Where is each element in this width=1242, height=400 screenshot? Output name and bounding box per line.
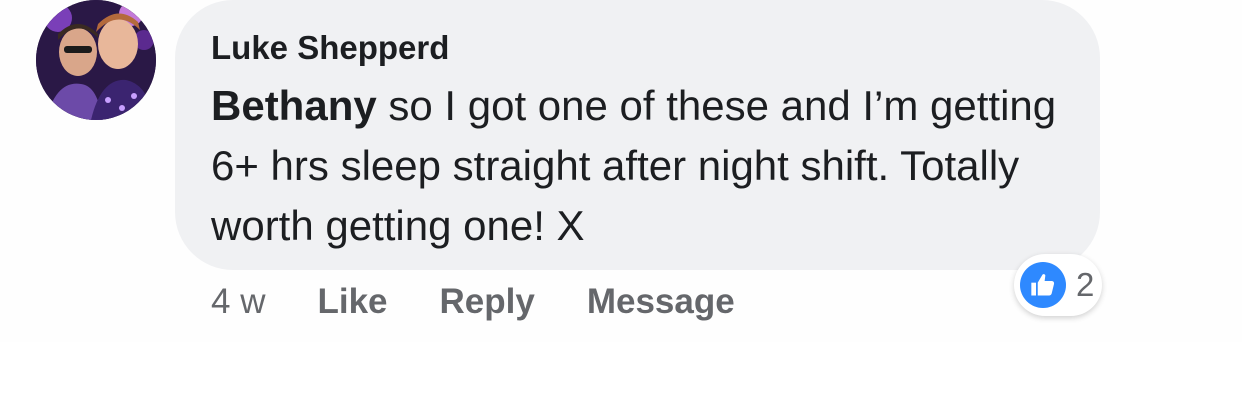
mention-link[interactable]: Bethany <box>211 82 377 129</box>
avatar[interactable] <box>36 0 156 120</box>
like-button[interactable]: Like <box>317 282 387 322</box>
reaction-count: 2 <box>1076 266 1095 303</box>
like-thumbs-up-icon <box>1020 262 1066 308</box>
message-button[interactable]: Message <box>587 282 735 322</box>
reaction-summary[interactable]: 2 <box>1014 254 1102 316</box>
comment-actions: 4 w Like Reply Message <box>211 280 787 324</box>
comment-author[interactable]: Luke Shepperd <box>211 28 449 68</box>
comment-text: Bethany so I got one of these and I’m ge… <box>211 76 1081 256</box>
comment-timestamp[interactable]: 4 w <box>211 282 265 322</box>
reply-button[interactable]: Reply <box>440 282 535 322</box>
comment-row: Luke Shepperd Bethany so I got one of th… <box>0 0 1242 342</box>
comment-screenshot: Luke Shepperd Bethany so I got one of th… <box>0 0 1242 400</box>
